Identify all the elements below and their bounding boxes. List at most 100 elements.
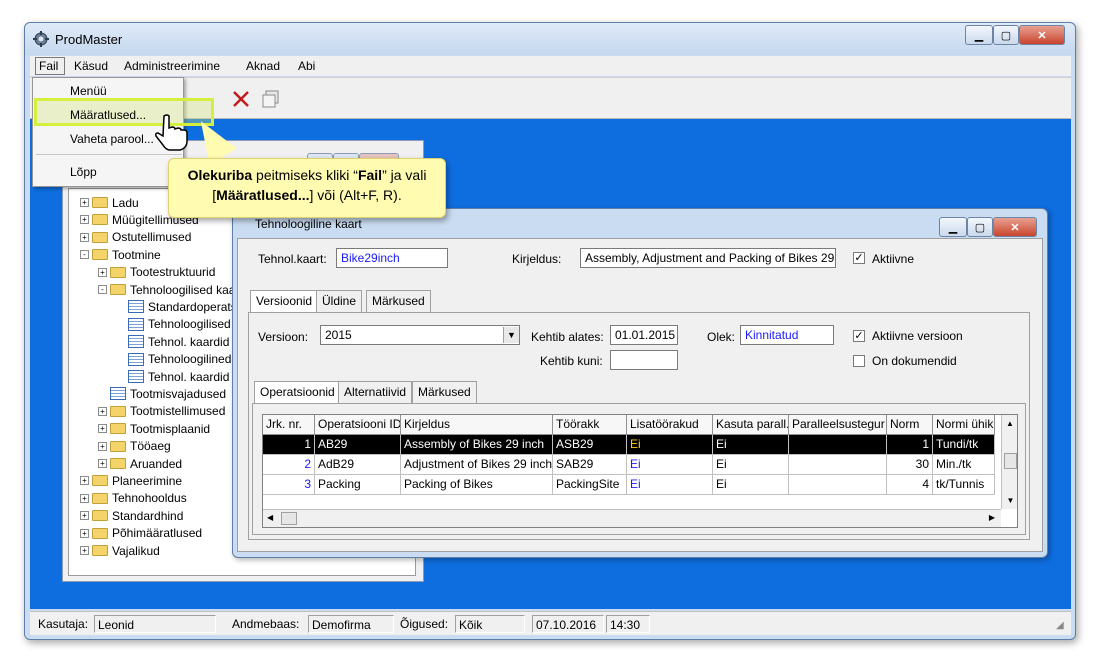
scroll-thumb[interactable] <box>281 512 297 525</box>
grid-cell[interactable]: AB29 <box>315 435 401 455</box>
title-bar[interactable]: ProdMaster ▁ ▢ ✕ <box>25 23 1075 55</box>
grid-header[interactable]: Jrk. nr. <box>263 415 315 435</box>
tree-item[interactable]: Tehnol. kaardid <box>116 368 229 385</box>
olek-field[interactable]: Kinnitatud <box>740 325 834 345</box>
menu-abi[interactable]: Abi <box>298 59 315 73</box>
menu-administreerimine[interactable]: Administreerimine <box>124 59 220 73</box>
scroll-up-icon[interactable]: ▲ <box>1002 419 1017 428</box>
expand-icon[interactable]: + <box>80 215 89 225</box>
menu-item-maaratlused[interactable]: Määratlused... <box>70 108 146 122</box>
resize-grip-icon[interactable]: ◢ <box>1056 620 1064 631</box>
kirjeldus-field[interactable]: Assembly, Adjustment and Packing of Bike… <box>580 248 836 268</box>
grid-header[interactable]: Töörakk <box>553 415 627 435</box>
grid-cell[interactable]: Ei <box>627 475 713 495</box>
tree-item[interactable]: + Ladu <box>80 194 139 211</box>
tree-item[interactable]: + Tööaeg <box>98 438 171 455</box>
menu-item-vaheta-parool[interactable]: Vaheta parool... <box>70 132 154 146</box>
scroll-down-icon[interactable]: ▼ <box>1002 496 1017 505</box>
kehtib-kuni-field[interactable] <box>610 350 678 370</box>
grid-cell[interactable] <box>789 475 887 495</box>
expand-icon[interactable]: + <box>80 232 89 242</box>
expand-icon[interactable]: + <box>98 267 107 277</box>
grid-cell[interactable]: 2 <box>263 455 315 475</box>
scroll-right-icon[interactable]: ▶ <box>989 513 995 522</box>
grid-cell[interactable]: Min./tk <box>933 455 995 475</box>
menu-item-lopp[interactable]: Lõpp <box>70 165 97 179</box>
grid-cell[interactable]: 3 <box>263 475 315 495</box>
expand-icon[interactable]: + <box>80 476 89 486</box>
tree-item[interactable]: + Vajalikud <box>80 542 160 559</box>
tab-versioonid[interactable]: Versioonid <box>250 290 319 314</box>
aktiivne-versioon-checkbox[interactable]: ✓ <box>853 330 865 342</box>
grid-cell[interactable]: Tundi/tk <box>933 435 995 455</box>
collapse-icon[interactable]: - <box>80 250 89 260</box>
grid-header[interactable]: Operatsiooni ID <box>315 415 401 435</box>
tree-item[interactable]: Tootmisvajadused <box>98 385 226 402</box>
grid-header[interactable]: Lisatöörakud <box>627 415 713 435</box>
grid-cell[interactable]: 1 <box>887 435 933 455</box>
tree-item[interactable]: Tehnol. kaardid <box>116 333 229 350</box>
expand-icon[interactable]: + <box>98 441 107 451</box>
grid-cell[interactable]: Ei <box>627 455 713 475</box>
tree-item[interactable]: + Ostutellimused <box>80 229 191 246</box>
expand-icon[interactable]: + <box>80 546 89 555</box>
expand-icon[interactable]: + <box>80 511 89 521</box>
horizontal-scrollbar[interactable]: ◀ ▶ <box>263 509 1001 527</box>
grid-cell[interactable]: tk/Tunnis <box>933 475 995 495</box>
menu-item-menuu[interactable]: Menüü <box>70 84 107 98</box>
tree-item[interactable]: + Tootestruktuurid <box>98 264 215 281</box>
grid-cell[interactable]: Ei <box>713 475 789 495</box>
menu-fail[interactable]: Fail <box>35 57 65 75</box>
vertical-scrollbar[interactable]: ▲ ▼ <box>1001 415 1017 509</box>
maximize-button[interactable]: ▢ <box>993 25 1019 45</box>
tree-item[interactable]: + Planeerimine <box>80 472 182 489</box>
on-dokumendid-checkbox[interactable] <box>853 355 865 367</box>
scroll-thumb[interactable] <box>1004 453 1017 469</box>
grid-cell[interactable]: Assembly of Bikes 29 inch <box>401 435 553 455</box>
versioon-select[interactable]: 2015 <box>320 325 520 345</box>
expand-icon[interactable]: + <box>98 406 107 416</box>
grid-cell[interactable]: Ei <box>713 455 789 475</box>
minimize-button[interactable]: ▁ <box>965 25 993 45</box>
expand-icon[interactable]: + <box>80 528 89 538</box>
grid-cell[interactable]: Packing of Bikes <box>401 475 553 495</box>
chevron-down-icon[interactable]: ▼ <box>503 327 519 343</box>
tree-item[interactable]: + Standardhind <box>80 507 183 524</box>
kehtib-alates-field[interactable]: 01.01.2015 <box>610 325 678 345</box>
expand-icon[interactable]: + <box>80 493 89 503</box>
grid-cell[interactable]: SAB29 <box>553 455 627 475</box>
tehnol-kaart-field[interactable]: Bike29inch <box>336 248 448 268</box>
grid-cell[interactable]: Adjustment of Bikes 29 inch <box>401 455 553 475</box>
expand-icon[interactable]: + <box>98 424 107 434</box>
tree-item[interactable]: + Aruanded <box>98 455 182 472</box>
close-button[interactable]: ✕ <box>1019 25 1065 45</box>
tree-item[interactable]: Tehnoloogilised <box>116 316 231 333</box>
tree-item[interactable]: Tehnoloogilined <box>116 351 231 368</box>
tree-item[interactable]: + Põhimääratlused <box>80 525 202 542</box>
menu-aknad[interactable]: Aknad <box>246 59 280 73</box>
menu-kasud[interactable]: Käsud <box>74 59 108 73</box>
scroll-left-icon[interactable]: ◀ <box>267 513 273 522</box>
delete-icon[interactable] <box>230 88 252 110</box>
tab-operatsioonid[interactable]: Operatsioonid <box>254 381 341 405</box>
copy-icon[interactable] <box>260 88 282 110</box>
tab-markused[interactable]: Märkused <box>366 290 431 312</box>
grid-cell[interactable]: 1 <box>263 435 315 455</box>
grid-cell[interactable]: 4 <box>887 475 933 495</box>
tk-maximize-button[interactable]: ▢ <box>967 217 993 237</box>
grid-header[interactable]: Paralleelsustegur <box>789 415 887 435</box>
grid-header[interactable]: Kasuta parall. <box>713 415 789 435</box>
tree-item[interactable]: + Tootmistellimused <box>98 403 225 420</box>
tab-uldine[interactable]: Üldine <box>316 290 363 312</box>
grid-cell[interactable]: 30 <box>887 455 933 475</box>
grid-cell[interactable] <box>789 455 887 475</box>
grid-cell[interactable]: Ei <box>627 435 713 455</box>
collapse-icon[interactable]: - <box>98 285 107 294</box>
grid-header[interactable]: Kirjeldus <box>401 415 553 435</box>
grid-cell[interactable]: ASB29 <box>553 435 627 455</box>
tk-minimize-button[interactable]: ▁ <box>939 217 967 237</box>
aktiivne-checkbox[interactable]: ✓ <box>853 252 865 264</box>
grid-cell[interactable]: Ei <box>713 435 789 455</box>
expand-icon[interactable]: + <box>80 198 89 207</box>
grid-header[interactable]: Normi ühik <box>933 415 995 435</box>
